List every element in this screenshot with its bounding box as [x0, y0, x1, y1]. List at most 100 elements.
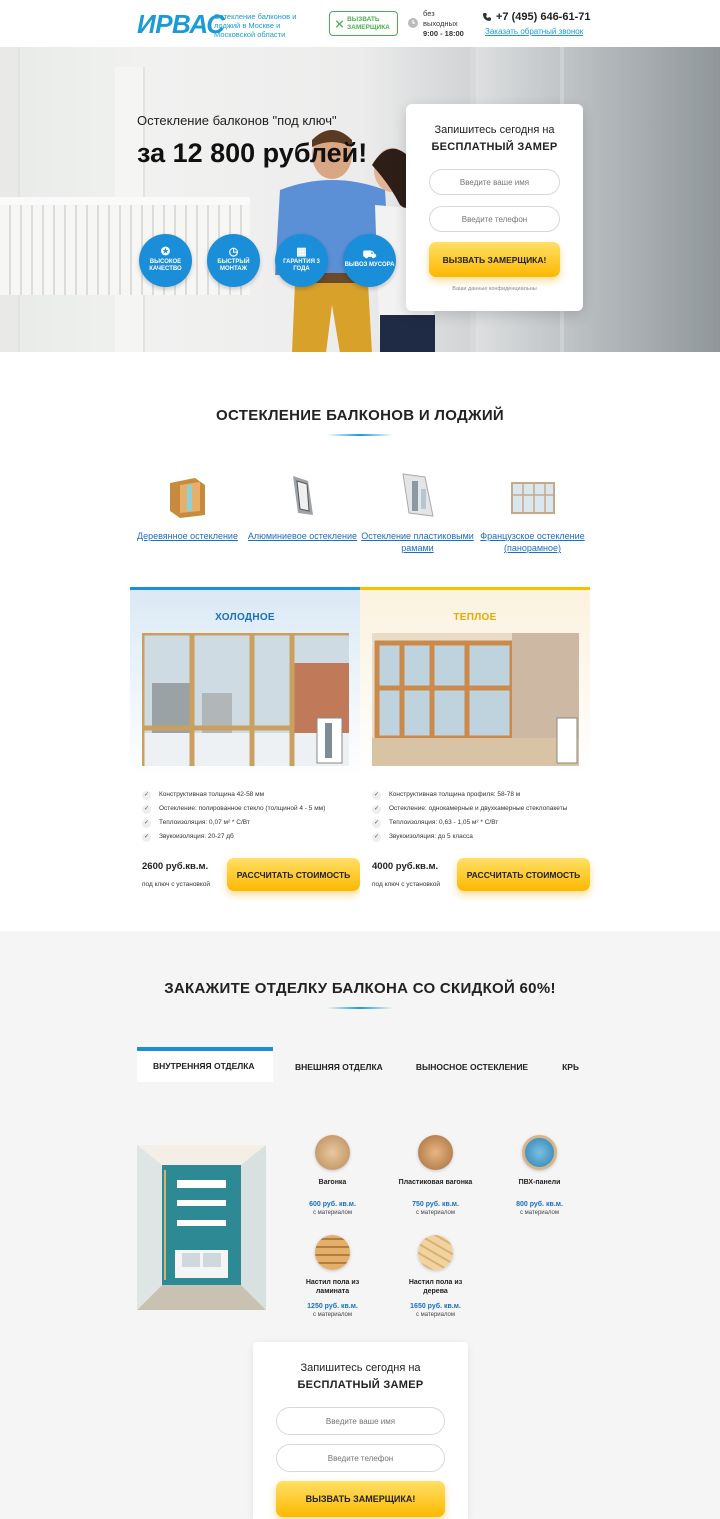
medal-icon: ✪ — [160, 245, 171, 258]
hero-title: за 12 800 рублей! — [137, 138, 368, 168]
hero-section: Остекление балконов "под ключ" за 12 800… — [0, 47, 720, 352]
material-item[interactable]: Пластиковая вагонка 750 руб. кв.м. с мат… — [388, 1135, 483, 1216]
type-french-label: Французское остекление (панорамное) — [480, 531, 585, 553]
badge-fast-install: ◷ БЫСТРЫЙ МОНТАЖ — [207, 234, 260, 287]
warm-price: 4000 руб.кв.м. — [372, 861, 439, 872]
badge-garbage-removal: ⛟ ВЫВОЗ МУСОРА — [343, 234, 396, 287]
warm-card-title: ТЕПЛОЕ — [453, 612, 497, 623]
clock-icon: ◷ — [228, 245, 239, 258]
calendar-icon: ▦ — [296, 245, 307, 258]
call-measurer-button[interactable]: ВЫЗВАТЬ ЗАМЕРЩИКА — [329, 11, 398, 36]
title-underline — [327, 434, 393, 436]
form-line2: БЕСПЛАТНЫЙ ЗАМЕР — [297, 1379, 424, 1391]
material-price: 800 руб. кв.м. — [516, 1201, 563, 1208]
warm-features: ✓ Конструктивная толщина профиля: 58-78 м… — [372, 788, 567, 844]
cold-price: 2600 руб.кв.м. — [142, 861, 209, 872]
phone-number[interactable]: +7 (495) 646-61-71 — [482, 11, 590, 23]
warm-balcony-image — [372, 633, 579, 766]
laminate-icon — [315, 1235, 350, 1270]
hours-value: 9:00 - 18:00 — [423, 29, 464, 38]
material-name: Настил пола из ламината — [305, 1279, 360, 1295]
cold-features: ✓ Конструктивная толщина 42-58 мм ✓ Остекл… — [142, 788, 325, 844]
type-wooden[interactable]: Деревянное остекление — [130, 470, 245, 554]
feature-item: ✓ Теплоизоляция: 0,07 м² * С/Вт — [142, 818, 250, 828]
feature-item: ✓ Конструктивная толщина профиля: 58-78 м — [372, 790, 521, 800]
check-icon: ✓ — [142, 832, 151, 842]
finish-tabs: ВНУТРЕННЯЯ ОТДЕЛКА ВНЕШНЯЯ ОТДЕЛКА ВЫНОС… — [137, 1047, 579, 1082]
submit-measure-button[interactable]: ВЫЗВАТЬ ЗАМЕРЩИКА! — [429, 242, 560, 277]
material-price: 750 руб. кв.м. — [412, 1201, 459, 1208]
tools-icon — [335, 19, 344, 28]
glazing-cards: ХОЛОДНОЕ ✓ Конструктивная толщина 42-58 м… — [130, 587, 590, 902]
warm-price-note: под ключ с установкой — [372, 881, 441, 888]
material-name: Пластиковая вагонка — [398, 1179, 473, 1186]
feature-item: ✓ Остекление: однокамерные и двухкамерные… — [372, 804, 568, 814]
truck-icon: ⛟ — [362, 249, 377, 261]
material-price: 1250 руб. кв.м. — [307, 1303, 358, 1310]
logo[interactable]: ИРВАС — [137, 9, 225, 40]
badge-quality: ✪ ВЫСОКОЕ КАЧЕСТВО — [139, 234, 192, 287]
tab-exterior[interactable]: ВНЕШНЯЯ ОТДЕЛКА — [295, 1047, 383, 1082]
name-input[interactable] — [276, 1407, 445, 1435]
check-icon: ✓ — [142, 818, 151, 828]
aluminium-profile-icon — [292, 475, 313, 515]
check-icon: ✓ — [372, 832, 381, 842]
tab-roof[interactable]: КРЫ — [562, 1047, 579, 1082]
measure-form-top: Запишитесь сегодня на БЕСПЛАТНЫЙ ЗАМЕР В… — [406, 104, 583, 311]
call-measurer-label: ВЫЗВАТЬ ЗАМЕРЩИКА — [347, 15, 390, 31]
type-plastic[interactable]: Остекление пластиковыми рамами — [360, 470, 475, 554]
phone-text: +7 (495) 646-61-71 — [496, 11, 591, 23]
glazing-section-title: ОСТЕКЛЕНИЕ БАЛКОНОВ И ЛОДЖИЙ — [216, 407, 504, 424]
check-icon: ✓ — [142, 790, 151, 800]
type-french[interactable]: Французское остекление (панорамное) — [475, 470, 590, 554]
cold-price-note: под ключ с установкой — [142, 881, 211, 888]
material-item[interactable]: Настил пола из дерева 1650 руб. кв.м. с … — [388, 1235, 483, 1318]
phone-icon — [483, 13, 491, 21]
type-plastic-label: Остекление пластиковыми рамами — [361, 531, 474, 553]
feature-item: ✓ Звукоизоляция: 20-27 дб — [142, 832, 234, 842]
material-note: с материалом — [415, 1312, 456, 1318]
type-aluminium[interactable]: Алюминиевое остекление — [245, 470, 360, 554]
material-name: Вагонка — [318, 1179, 347, 1186]
name-input[interactable] — [429, 169, 560, 195]
warm-calc-button[interactable]: РАССЧИТАТЬ СТОИМОСТЬ — [457, 858, 590, 891]
callback-link[interactable]: Заказать обратный звонок — [485, 27, 583, 36]
check-icon: ✓ — [372, 804, 381, 814]
benefit-badges: ✪ ВЫСОКОЕ КАЧЕСТВО ◷ БЫСТРЫЙ МОНТАЖ ▦ ГА… — [139, 234, 396, 287]
tab-extended-glazing[interactable]: ВЫНОСНОЕ ОСТЕКЛЕНИЕ — [416, 1047, 528, 1082]
hero-subtitle: Остекление балконов "под ключ" — [137, 113, 337, 128]
check-icon: ✓ — [142, 804, 151, 814]
feature-item: ✓ Теплоизоляция: 0,63 - 1,05 м² * С/Вт — [372, 818, 499, 828]
finish-section-title: ЗАКАЖИТЕ ОТДЕЛКУ БАЛКОНА СО СКИДКОЙ 60%! — [164, 980, 556, 997]
title-underline — [327, 1007, 393, 1009]
badge-warranty: ▦ ГАРАНТИЯ 3 ГОДА — [275, 234, 328, 287]
cold-balcony-image — [142, 633, 349, 766]
material-price: 600 руб. кв.м. — [309, 1201, 356, 1208]
material-item[interactable]: Настил пола из ламината 1250 руб. кв.м. … — [285, 1235, 380, 1318]
material-note: с материалом — [519, 1210, 560, 1216]
interior-balcony-image — [137, 1145, 266, 1310]
tab-interior[interactable]: ВНУТРЕННЯЯ ОТДЕЛКА — [137, 1047, 273, 1082]
material-item[interactable]: ПВХ-панели 800 руб. кв.м. с материалом — [492, 1135, 587, 1216]
phone-input[interactable] — [276, 1444, 445, 1472]
type-aluminium-label: Алюминиевое остекление — [247, 531, 358, 541]
feature-item: ✓ Остекление: полированное стекло (толщин… — [142, 804, 326, 814]
work-hours: без выходных 9:00 - 18:00 — [407, 9, 464, 39]
type-wooden-label: Деревянное остекление — [137, 531, 238, 541]
wooden-profile-icon — [170, 477, 205, 518]
submit-measure-button[interactable]: ВЫЗВАТЬ ЗАМЕРЩИКА! — [276, 1481, 445, 1517]
material-note: с материалом — [312, 1210, 353, 1216]
glazing-types: Деревянное остекление Алюминиевое остекл… — [130, 470, 590, 554]
phone-input[interactable] — [429, 206, 560, 232]
material-item[interactable]: Вагонка 600 руб. кв.м. с материалом — [285, 1135, 380, 1216]
cold-calc-button[interactable]: РАССЧИТАТЬ СТОИМОСТЬ — [227, 858, 360, 891]
cold-card-title: ХОЛОДНОЕ — [215, 612, 275, 623]
feature-item: ✓ Звукоизоляция: до 5 класса — [372, 832, 473, 842]
plastic-lining-icon — [418, 1135, 453, 1170]
form-line1: Запишитесь сегодня на — [300, 1362, 421, 1374]
plastic-profile-icon — [402, 473, 434, 517]
check-icon: ✓ — [372, 790, 381, 800]
measure-form-bottom: Запишитесь сегодня на БЕСПЛАТНЫЙ ЗАМЕР В… — [253, 1342, 468, 1519]
hours-label: без выходных — [423, 9, 458, 28]
wood-floor-icon — [418, 1235, 453, 1270]
